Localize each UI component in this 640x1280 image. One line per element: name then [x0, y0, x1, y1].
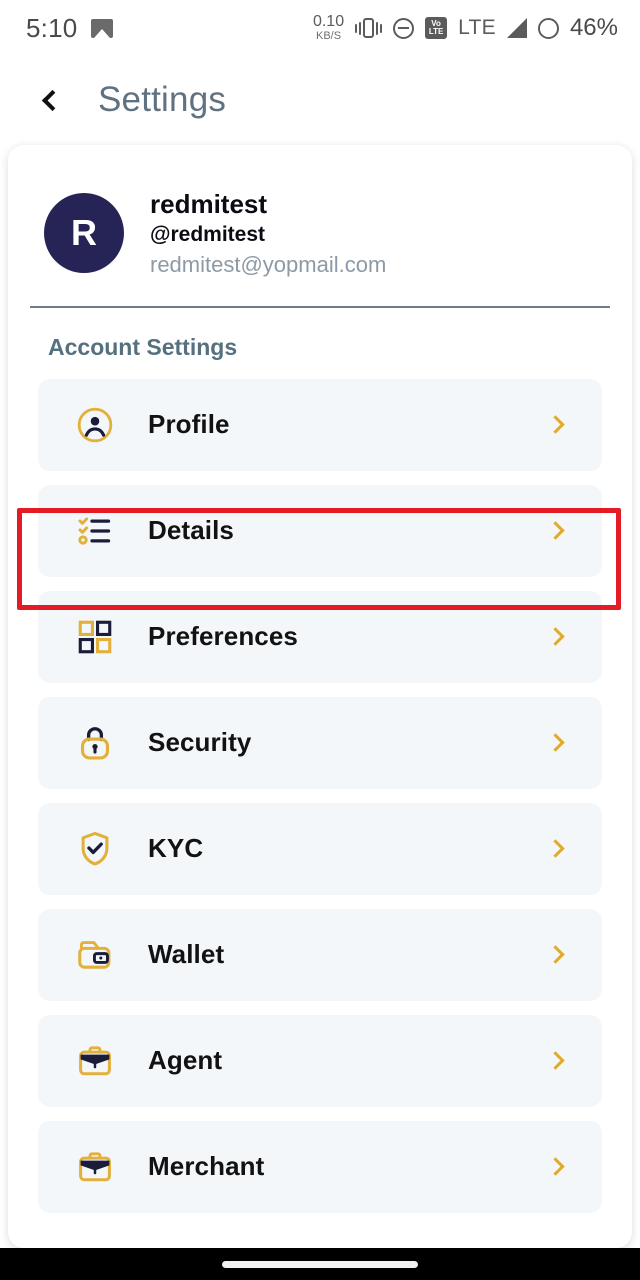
settings-list: Profile Details Preferences Security KYC…: [8, 378, 632, 1213]
avatar: R: [44, 193, 124, 274]
system-nav-bar: [0, 1248, 640, 1280]
signal-bars-icon: [506, 18, 527, 38]
page-title: Settings: [98, 80, 227, 119]
back-button[interactable]: [24, 74, 76, 126]
settings-row-label: Agent: [148, 1045, 223, 1076]
checklist-icon: [75, 511, 115, 551]
status-bar-right: 0.10 KB/S Vo LTE LTE 46%: [313, 14, 618, 42]
chevron-right-icon: [546, 627, 565, 647]
lock-icon: [75, 723, 115, 763]
status-time: 5:10: [26, 12, 78, 43]
settings-row-preferences[interactable]: Preferences: [38, 590, 602, 683]
network-type-label: LTE: [458, 16, 496, 39]
wallet-icon: [75, 935, 115, 975]
status-bar-left: 5:10: [26, 12, 114, 44]
vibrate-icon: [355, 18, 383, 38]
app-bar: Settings: [0, 56, 640, 144]
chevron-right-icon: [546, 945, 565, 965]
chevron-right-icon: [546, 521, 565, 541]
settings-row-label: Details: [148, 515, 234, 546]
settings-row-agent[interactable]: Agent: [38, 1014, 602, 1107]
chevron-right-icon: [546, 1051, 565, 1071]
section-title-account-settings: Account Settings: [48, 333, 238, 360]
settings-row-label: Profile: [148, 409, 230, 440]
settings-row-security[interactable]: Security: [38, 696, 602, 789]
grid-squares-icon: [75, 617, 115, 657]
settings-row-profile[interactable]: Profile: [38, 378, 602, 471]
chevron-right-icon: [546, 839, 565, 859]
settings-row-label: Wallet: [148, 939, 225, 970]
briefcase-icon: [75, 1041, 115, 1081]
back-chevron-icon: [41, 89, 64, 111]
chevron-right-icon: [546, 415, 565, 435]
chevron-right-icon: [546, 1157, 565, 1177]
divider: [30, 306, 610, 308]
profile-email: redmitest@yopmail.com: [150, 251, 387, 277]
phone-screen: 5:10 0.10 KB/S Vo LTE LTE 46% Settings R…: [0, 0, 640, 1280]
profile-text-block: redmitest @redmitest redmitest@yopmail.c…: [150, 187, 386, 279]
do-not-disturb-icon: [393, 17, 415, 39]
chevron-right-icon: [546, 733, 565, 753]
image-icon: [91, 18, 114, 38]
home-indicator[interactable]: [222, 1260, 418, 1268]
network-speed-unit: KB/S: [315, 30, 342, 42]
profile-name: redmitest: [150, 189, 268, 219]
settings-row-label: Preferences: [148, 621, 298, 652]
battery-icon: [537, 17, 559, 39]
user-circle-icon: [75, 405, 115, 445]
briefcase-icon: [75, 1147, 115, 1187]
profile-handle: @redmitest: [150, 223, 266, 247]
volte-bottom-text: LTE: [428, 27, 444, 36]
settings-row-label: KYC: [148, 833, 204, 864]
settings-row-wallet[interactable]: Wallet: [38, 908, 602, 1001]
settings-row-kyc[interactable]: KYC: [38, 802, 602, 895]
network-speed-indicator: 0.10 KB/S: [313, 14, 344, 42]
network-speed-value: 0.10: [312, 13, 345, 30]
profile-header[interactable]: R redmitest @redmitest redmitest@yopmail…: [8, 145, 632, 279]
settings-row-label: Merchant: [148, 1151, 265, 1182]
shield-check-icon: [75, 829, 115, 869]
volte-icon: Vo LTE: [425, 17, 448, 39]
battery-percent-label: 46%: [569, 14, 618, 41]
status-bar: 5:10 0.10 KB/S Vo LTE LTE 46%: [0, 0, 640, 56]
settings-card: R redmitest @redmitest redmitest@yopmail…: [8, 145, 632, 1248]
settings-row-label: Security: [148, 727, 252, 758]
settings-row-details[interactable]: Details: [38, 484, 602, 577]
settings-row-merchant[interactable]: Merchant: [38, 1120, 602, 1213]
